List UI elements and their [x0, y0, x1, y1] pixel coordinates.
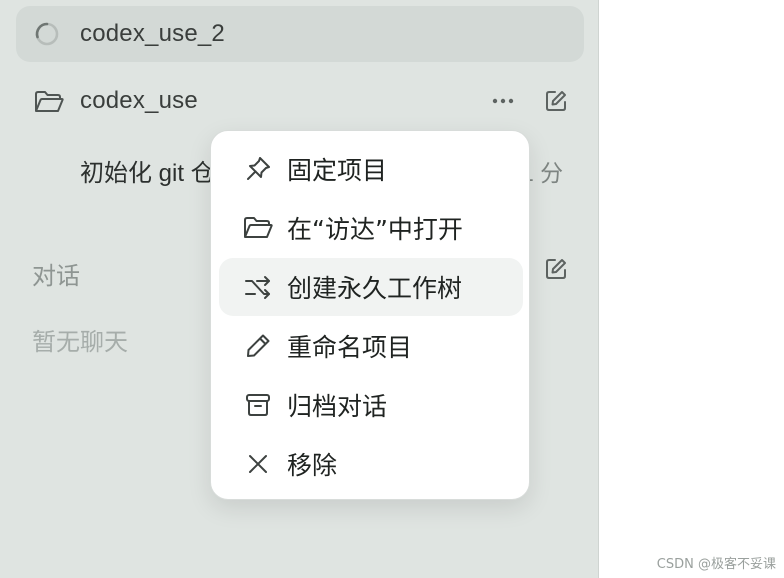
project-context-menu: 固定项目 在“访达”中打开 创建永久工作树 重命名项目 归档对话 移除 [210, 130, 530, 500]
pencil-icon [243, 331, 273, 361]
new-conversation-icon[interactable] [542, 255, 570, 283]
project-name: codex_use [80, 87, 198, 114]
menu-item-create-worktree[interactable]: 创建永久工作树 [219, 258, 523, 316]
no-chats-text: 暂无聊天 [32, 329, 128, 356]
project-row-codex-use-2[interactable]: codex_use_2 [16, 6, 584, 62]
close-icon [243, 449, 273, 479]
folder-open-icon [35, 91, 64, 112]
more-options-icon[interactable] [489, 87, 517, 115]
menu-item-open-in-finder[interactable]: 在“访达”中打开 [219, 199, 523, 257]
menu-item-label: 移除 [287, 451, 338, 480]
watermark: CSDN @极客不妥课 [656, 557, 776, 572]
menu-item-pin-project[interactable]: 固定项目 [219, 140, 523, 198]
menu-item-label: 重命名项目 [287, 333, 413, 362]
menu-item-archive-conversations[interactable]: 归档对话 [219, 376, 523, 434]
pin-icon [243, 154, 273, 184]
project-name: codex_use_2 [80, 20, 225, 47]
conversations-section-title: 对话 [32, 263, 80, 290]
menu-item-label: 固定项目 [287, 156, 388, 185]
new-chat-icon[interactable] [542, 87, 570, 115]
menu-item-label: 创建永久工作树 [287, 274, 463, 303]
menu-item-rename-project[interactable]: 重命名项目 [219, 317, 523, 375]
menu-item-label: 在“访达”中打开 [287, 215, 463, 244]
archive-icon [243, 390, 273, 420]
menu-item-remove[interactable]: 移除 [219, 435, 523, 493]
worktree-icon [243, 272, 273, 302]
loading-spinner-icon [35, 22, 59, 46]
folder-icon [243, 213, 273, 243]
menu-item-label: 归档对话 [287, 392, 388, 421]
